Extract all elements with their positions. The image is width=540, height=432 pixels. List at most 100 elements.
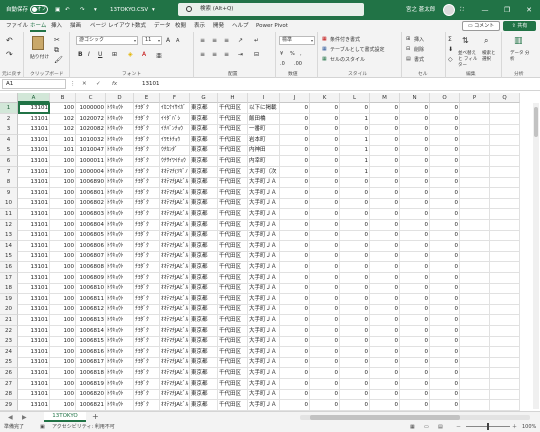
cell[interactable]: 0 [430,230,460,242]
cell[interactable] [460,315,490,326]
cell[interactable]: ﾄｳｷｮｳﾄ [106,209,134,220]
cell[interactable]: 0 [370,156,400,167]
cell[interactable]: 0 [430,103,460,114]
cell[interactable]: 千代田区 [218,145,248,157]
cell[interactable]: 102 [50,124,76,136]
cell[interactable]: 100 [50,262,76,273]
cell[interactable]: ｲｶﾆｹｲｻｲｶﾞ [160,103,190,114]
tab-view[interactable]: 表示 [194,20,205,32]
find-select-button[interactable]: 検索と 選択 [482,50,500,62]
cell[interactable]: 0 [310,134,340,146]
cell[interactable]: ｵｵﾃﾏﾁJAﾋﾞﾙ [160,251,190,263]
cell[interactable] [460,325,490,337]
cell[interactable]: 13101 [18,251,50,263]
horizontal-scrollbar[interactable] [300,415,530,420]
cell[interactable]: ｵｵﾃﾏﾁJAﾋﾞﾙ [160,272,190,284]
redo-icon[interactable]: ↷ [80,0,85,20]
cell[interactable]: 大手町ＪＡ [248,251,280,263]
cell[interactable]: 0 [310,357,340,369]
cell[interactable]: 0 [400,325,430,337]
cell[interactable]: 飯田橋 [248,113,280,125]
cell[interactable]: 0 [280,262,310,273]
cell[interactable]: 0 [280,378,310,390]
cell[interactable]: 0 [280,166,310,178]
cell[interactable]: 千代田区 [218,304,248,316]
cell[interactable]: 0 [370,262,400,273]
cell[interactable]: 0 [280,293,310,305]
cell[interactable]: 大手町ＪＡ [248,198,280,210]
cell[interactable]: ﾄｳｷｮｳﾄ [106,389,134,401]
row-header[interactable]: 22 [0,325,18,337]
cell[interactable]: ﾄｳｷｮｳﾄ [106,145,134,157]
cell[interactable]: 13101 [18,134,50,146]
tab-help[interactable]: ヘルプ [232,20,249,32]
cell[interactable]: 1006816 [76,346,106,358]
cell[interactable]: 0 [370,315,400,326]
shrink-font-button[interactable]: A [176,38,179,44]
cell[interactable]: 0 [280,230,310,242]
cell[interactable]: 1006805 [76,230,106,242]
cell[interactable]: 千代田区 [218,368,248,379]
cell[interactable]: ﾁﾖﾀﾞｸ [134,304,160,316]
cell[interactable]: 13101 [18,315,50,326]
cell[interactable]: 0 [340,357,370,369]
cell[interactable]: 0 [430,378,460,390]
cell[interactable]: 0 [430,219,460,231]
cell[interactable]: 千代田区 [218,378,248,390]
cell[interactable]: 0 [310,325,340,337]
cell[interactable]: ﾄｳｷｮｳﾄ [106,240,134,252]
cell[interactable]: 100 [50,315,76,326]
cell[interactable]: 1006808 [76,262,106,273]
cell[interactable]: 東京都 [190,262,218,273]
column-header[interactable]: J [280,93,310,103]
cell[interactable]: 0 [280,219,310,231]
cell[interactable]: 0 [400,103,430,114]
cell[interactable]: 0 [400,336,430,348]
cell[interactable]: ﾁﾖﾀﾞｸ [134,346,160,358]
cell[interactable]: ﾄｳｷｮｳﾄ [106,346,134,358]
row-header[interactable]: 5 [0,145,18,157]
cell[interactable]: 0 [280,198,310,210]
cell[interactable]: 0 [370,336,400,348]
row-header[interactable]: 12 [0,219,18,231]
row-header[interactable]: 10 [0,198,18,210]
cell[interactable]: 0 [370,124,400,136]
cell[interactable]: 0 [430,325,460,337]
cell[interactable]: 0 [370,272,400,284]
column-header[interactable]: K [310,93,340,103]
cell[interactable]: 1010032 [76,134,106,146]
number-format-select[interactable]: 標準 ▾ [279,36,315,45]
cell[interactable]: 千代田区 [218,325,248,337]
cell[interactable]: 以下に掲載 [248,103,280,114]
cell[interactable]: 0 [370,177,400,189]
wrap-text-icon[interactable]: ↵ [254,37,259,44]
sheet-tab[interactable]: 13TOKYO [44,412,86,422]
avatar[interactable] [443,4,455,16]
cell[interactable]: 100 [50,187,76,199]
row-header[interactable]: 15 [0,251,18,263]
column-header[interactable]: L [340,93,370,103]
cell[interactable]: ﾄｳｷｮｳﾄ [106,198,134,210]
cell[interactable]: 0 [340,399,370,411]
page-break-view-icon[interactable]: ▤ [438,422,443,432]
zoom-level[interactable]: 100% [522,422,536,432]
cell[interactable]: 大手町ＪＡ [248,219,280,231]
cell[interactable]: 100 [50,378,76,390]
cell[interactable]: ｵｵﾃﾏﾁJAﾋﾞﾙ [160,219,190,231]
cell[interactable]: 0 [310,399,340,411]
cell[interactable]: 100 [50,103,76,114]
cell[interactable]: ﾁﾖﾀﾞｸ [134,389,160,401]
cell[interactable]: 0 [310,336,340,348]
cell[interactable]: 東京都 [190,325,218,337]
cell[interactable]: 大手町ＪＡ [248,368,280,379]
comma-icon[interactable]: , [300,51,302,57]
cell[interactable]: 0 [310,283,340,295]
cell[interactable]: 0 [310,145,340,157]
cell[interactable]: 大手町ＪＡ [248,209,280,220]
cell[interactable]: 0 [340,325,370,337]
cell[interactable]: 1006801 [76,187,106,199]
cell[interactable]: 東京都 [190,315,218,326]
cell[interactable]: 東京都 [190,177,218,189]
column-header[interactable]: M [370,93,400,103]
cell[interactable]: 0 [310,346,340,358]
